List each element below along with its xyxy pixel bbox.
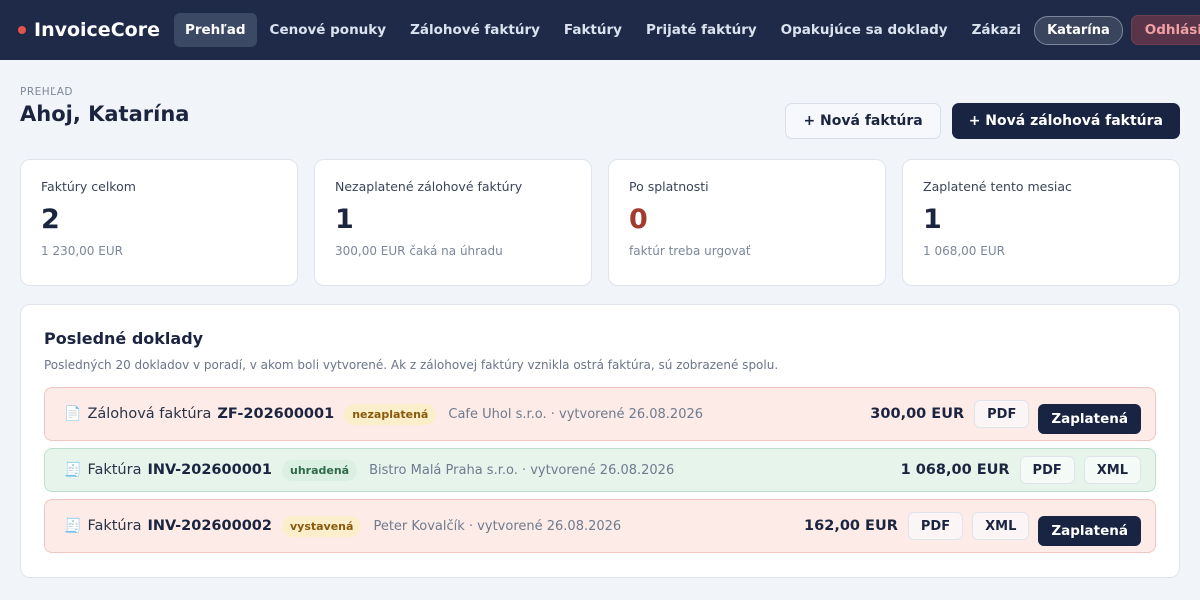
stat-card-invoices-total: Faktúry celkom 2 1 230,00 EUR bbox=[20, 159, 298, 286]
stat-subtext: 1 068,00 EUR bbox=[923, 244, 1005, 258]
document-meta: Bistro Malá Praha s.r.o. · vytvorené 26.… bbox=[369, 462, 675, 478]
pdf-button[interactable]: PDF bbox=[907, 512, 964, 540]
nav-item-cenove-ponuky[interactable]: Cenové ponuky bbox=[259, 13, 398, 47]
new-proforma-invoice-button[interactable]: + Nová zálohová faktúra bbox=[951, 103, 1180, 139]
stat-card-paid-this-month: Zaplatené tento mesiac 1 1 068,00 EUR bbox=[902, 159, 1180, 286]
document-amount: 1 068,00 EUR bbox=[900, 462, 1010, 478]
header-actions: + Nová faktúra + Nová zálohová faktúra bbox=[785, 103, 1180, 139]
nav-item-faktury[interactable]: Faktúry bbox=[553, 13, 633, 47]
document-type: Faktúra bbox=[87, 518, 142, 534]
nav-item-zakaznici[interactable]: Zákazi bbox=[961, 13, 1032, 47]
xml-button[interactable]: XML bbox=[972, 512, 1030, 540]
document-row[interactable]: 🧾 Faktúra INV-202600001 uhradená Bistro … bbox=[44, 448, 1156, 492]
stat-label: Po splatnosti bbox=[629, 179, 709, 194]
nav-item-zalohove-faktury[interactable]: Zálohové faktúry bbox=[399, 13, 551, 47]
document-actions: 162,00 EUR PDF XML Zaplatená bbox=[804, 506, 1141, 546]
stat-card-overdue: Po splatnosti 0 faktúr treba urgovať bbox=[608, 159, 886, 286]
brand-name[interactable]: InvoiceCore bbox=[34, 19, 160, 41]
nav-item-prehlad[interactable]: Prehľad bbox=[173, 13, 257, 47]
stat-value: 2 bbox=[41, 204, 60, 235]
document-number[interactable]: INV-202600001 bbox=[147, 462, 272, 478]
document-number[interactable]: ZF-202600001 bbox=[217, 406, 334, 422]
mark-paid-button[interactable]: Zaplatená bbox=[1038, 404, 1141, 434]
panel-title: Posledné doklady bbox=[44, 329, 204, 348]
logout-button[interactable]: Odhlásiť bbox=[1130, 15, 1200, 45]
panel-description: Posledných 20 dokladov v poradí, v akom … bbox=[44, 358, 779, 372]
stat-label: Nezaplatené zálohové faktúry bbox=[335, 179, 523, 194]
document-meta: Peter Kovalčík · vytvorené 26.08.2026 bbox=[373, 518, 622, 534]
breadcrumb: PREHĽAD bbox=[20, 86, 74, 98]
brand[interactable]: InvoiceCore bbox=[18, 19, 160, 41]
pdf-button[interactable]: PDF bbox=[1019, 456, 1075, 484]
document-meta: Cafe Uhol s.r.o. · vytvorené 26.08.2026 bbox=[448, 406, 704, 422]
stat-value: 1 bbox=[335, 204, 354, 235]
document-type: Faktúra bbox=[87, 462, 142, 478]
status-badge: nezaplatená bbox=[344, 403, 437, 425]
document-icon: 📄 bbox=[64, 406, 82, 422]
stat-card-unpaid-proforma: Nezaplatené zálohové faktúry 1 300,00 EU… bbox=[314, 159, 592, 286]
document-icon: 🧾 bbox=[64, 462, 82, 478]
stat-subtext: faktúr treba urgovať bbox=[629, 244, 751, 258]
stat-subtext: 1 230,00 EUR bbox=[41, 244, 123, 258]
document-number[interactable]: INV-202600002 bbox=[147, 518, 272, 534]
stat-value: 1 bbox=[923, 204, 942, 235]
nav-item-prijate-faktury[interactable]: Prijaté faktúry bbox=[635, 13, 768, 47]
document-row[interactable]: 🧾 Faktúra INV-202600002 vystavená Peter … bbox=[44, 499, 1156, 553]
nav-item-opakujuce-doklady[interactable]: Opakujúce sa doklady bbox=[770, 13, 959, 47]
top-navigation: InvoiceCore Prehľad Cenové ponuky Záloho… bbox=[0, 0, 1200, 60]
brand-dot-icon bbox=[18, 26, 26, 34]
new-invoice-button[interactable]: + Nová faktúra bbox=[785, 103, 941, 139]
mark-paid-button[interactable]: Zaplatená bbox=[1038, 516, 1141, 546]
stat-label: Zaplatené tento mesiac bbox=[923, 179, 1072, 194]
document-icon: 🧾 bbox=[64, 518, 82, 534]
pdf-button[interactable]: PDF bbox=[974, 400, 1030, 428]
stats-cards: Faktúry celkom 2 1 230,00 EUR Nezaplaten… bbox=[20, 159, 1180, 286]
user-menu-button[interactable]: Katarína bbox=[1034, 15, 1123, 45]
document-row[interactable]: 📄 Zálohová faktúra ZF-202600001 nezaplat… bbox=[44, 387, 1156, 441]
status-badge: vystavená bbox=[281, 515, 362, 537]
xml-button[interactable]: XML bbox=[1083, 456, 1141, 484]
stat-value: 0 bbox=[629, 204, 648, 235]
page-header: PREHĽAD Ahoj, Katarína + Nová faktúra + … bbox=[20, 86, 1180, 142]
document-amount: 162,00 EUR bbox=[804, 518, 898, 534]
status-badge: uhradená bbox=[281, 459, 358, 481]
stat-label: Faktúry celkom bbox=[41, 179, 136, 194]
document-type: Zálohová faktúra bbox=[87, 406, 212, 422]
stat-subtext: 300,00 EUR čaká na úhradu bbox=[335, 244, 503, 258]
document-actions: 1 068,00 EUR PDF XML bbox=[901, 456, 1141, 484]
nav-menu: Prehľad Cenové ponuky Zálohové faktúry F… bbox=[173, 13, 1034, 47]
document-list: 📄 Zálohová faktúra ZF-202600001 nezaplat… bbox=[44, 387, 1156, 553]
document-actions: 300,00 EUR PDF Zaplatená bbox=[870, 394, 1141, 434]
recent-documents-panel: Posledné doklady Posledných 20 dokladov … bbox=[20, 304, 1180, 578]
document-amount: 300,00 EUR bbox=[870, 406, 965, 422]
